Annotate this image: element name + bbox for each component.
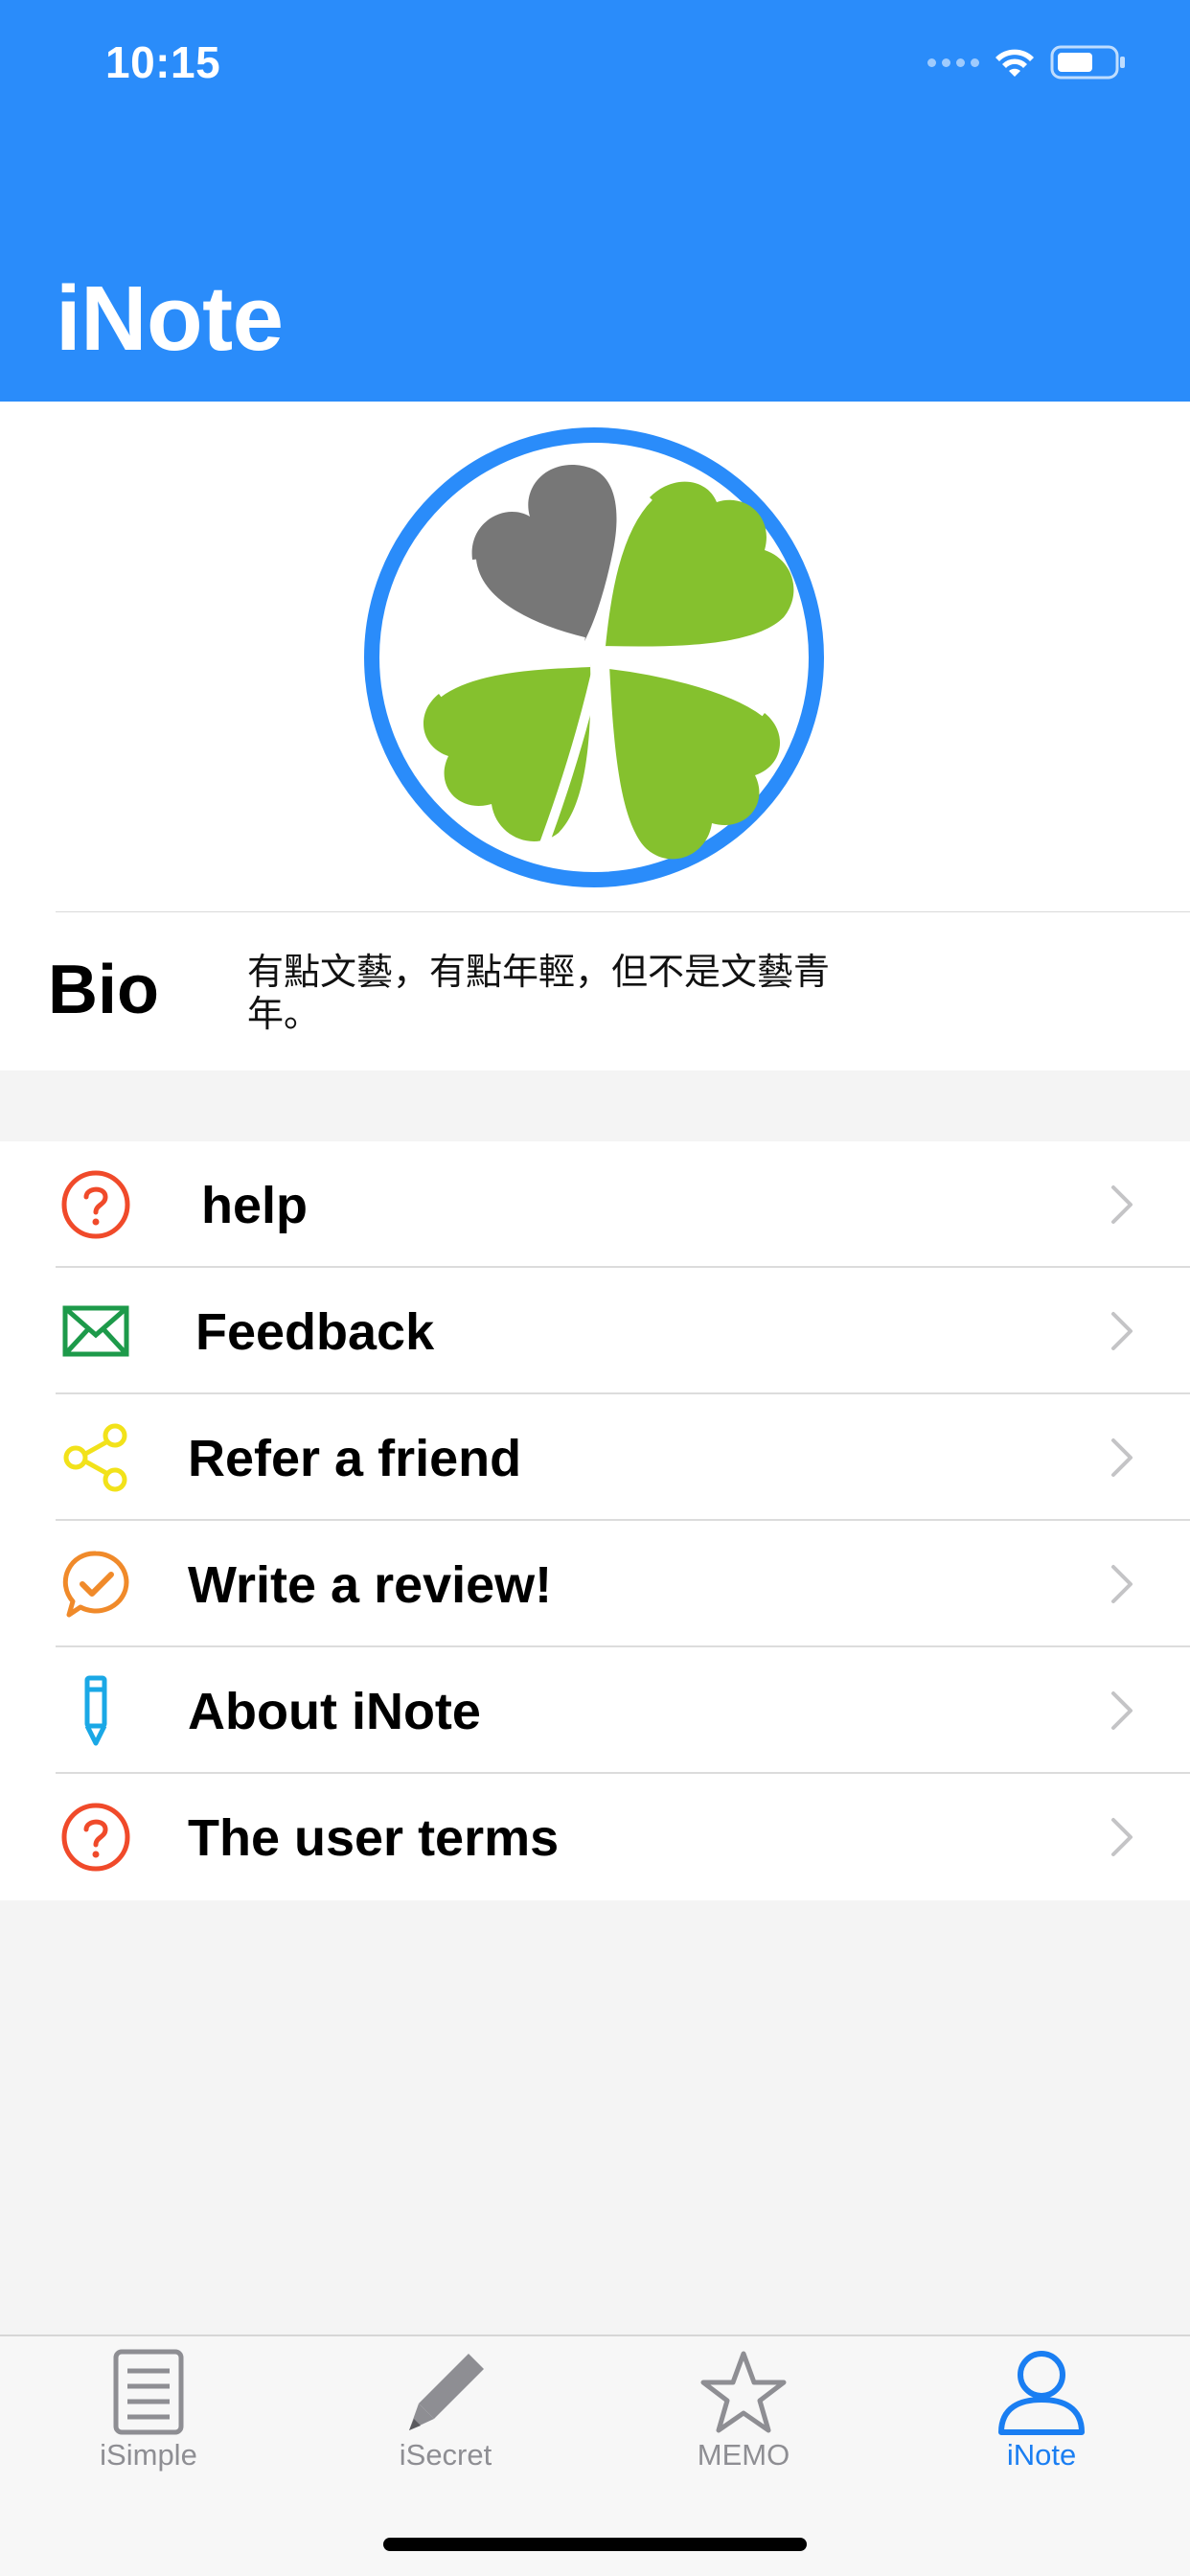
- bio-text: 有點文藝，有點年輕，但不是文藝青年。: [247, 951, 831, 1035]
- chevron-right-icon: [1111, 1818, 1133, 1856]
- menu-item-feedback[interactable]: Feedback: [0, 1268, 1190, 1394]
- signal-icon: [927, 58, 979, 67]
- share-icon: [63, 1423, 127, 1492]
- clover-avatar[interactable]: [362, 426, 826, 889]
- chevron-right-icon: [1111, 1438, 1133, 1477]
- tab-isimple[interactable]: iSimple: [53, 2348, 244, 2482]
- menu-item-label: Write a review!: [188, 1556, 553, 1614]
- tab-memo[interactable]: MEMO: [648, 2348, 839, 2482]
- review-check-icon: [62, 1551, 129, 1618]
- menu-item-label: help: [201, 1177, 309, 1234]
- tab-label: iSecret: [399, 2438, 492, 2472]
- chevron-right-icon: [1111, 1312, 1133, 1350]
- pen-icon: [84, 1675, 107, 1746]
- profile-header: [0, 402, 1190, 912]
- navigation-header: 10:15 iNote: [0, 0, 1190, 402]
- settings-menu: help Feedback Refer a friend Write a rev…: [0, 1141, 1190, 1900]
- chevron-right-icon: [1111, 1691, 1133, 1730]
- menu-item-user-terms[interactable]: The user terms: [0, 1774, 1190, 1900]
- wifi-icon: [995, 49, 1034, 77]
- page-title: iNote: [56, 267, 284, 370]
- status-indicators: [927, 38, 1127, 86]
- tab-inote[interactable]: iNote: [946, 2348, 1137, 2482]
- person-icon: [998, 2351, 1085, 2435]
- bio-row: Bio 有點文藝，有點年輕，但不是文藝青年。: [0, 912, 1190, 1070]
- bio-label: Bio: [48, 952, 159, 1028]
- tab-label: iSimple: [100, 2438, 197, 2472]
- chevron-right-icon: [1111, 1565, 1133, 1603]
- menu-item-help[interactable]: help: [0, 1141, 1190, 1268]
- menu-item-label: Feedback: [195, 1303, 435, 1361]
- menu-item-label: About iNote: [188, 1683, 481, 1740]
- chevron-right-icon: [1111, 1185, 1133, 1224]
- menu-item-label: The user terms: [188, 1809, 560, 1867]
- home-indicator[interactable]: [383, 2538, 807, 2551]
- menu-item-about[interactable]: About iNote: [0, 1647, 1190, 1774]
- document-icon: [113, 2349, 184, 2435]
- menu-item-write-review[interactable]: Write a review!: [0, 1521, 1190, 1647]
- battery-icon: [1050, 45, 1125, 80]
- menu-item-refer-friend[interactable]: Refer a friend: [0, 1394, 1190, 1521]
- question-icon: [61, 1170, 130, 1239]
- pencil-icon: [409, 2354, 484, 2430]
- status-time: 10:15: [105, 37, 221, 87]
- envelope-icon: [62, 1305, 129, 1357]
- question-icon: [61, 1803, 130, 1872]
- star-icon: [700, 2351, 787, 2433]
- menu-item-label: Refer a friend: [188, 1430, 522, 1487]
- tab-label: MEMO: [697, 2438, 790, 2472]
- screen: 10:15 iNote Bio 有點文藝，有點年輕，但不是文藝青年。 help …: [0, 0, 1190, 2576]
- tab-label: iNote: [1006, 2438, 1077, 2472]
- tab-isecret[interactable]: iSecret: [350, 2348, 541, 2482]
